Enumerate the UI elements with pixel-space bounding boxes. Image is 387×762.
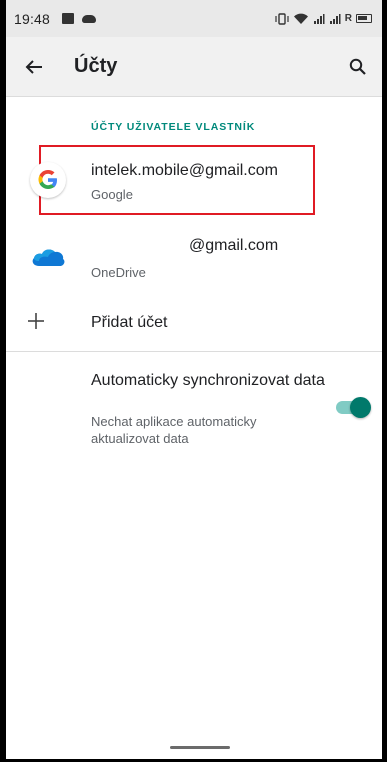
auto-sync-row[interactable]: Automaticky synchronizovat data Nechat a… — [6, 360, 382, 460]
google-logo — [38, 170, 57, 189]
auto-sync-subtitle: Nechat aplikace automaticky aktualizovat… — [91, 414, 257, 446]
image-notification-icon — [62, 13, 75, 24]
account-provider: OneDrive — [91, 265, 146, 280]
signal-icon-2 — [329, 13, 341, 24]
onedrive-icon — [30, 245, 66, 274]
app-bar: Účty — [6, 37, 382, 97]
search-icon — [349, 58, 366, 75]
status-bar: 19:48 R — [6, 0, 382, 37]
section-header: ÚČTY UŽIVATELE VLASTNÍK — [91, 121, 256, 133]
onedrive-logo — [32, 249, 65, 266]
account-email: intelek.mobile@gmail.com — [91, 162, 278, 179]
notification-icons — [62, 13, 97, 24]
cloud-notification-icon — [82, 14, 97, 23]
account-provider: Google — [91, 187, 133, 202]
status-right: R — [275, 12, 372, 25]
account-row-onedrive[interactable]: @gmail.com OneDrive — [6, 228, 382, 290]
battery-icon — [356, 14, 372, 23]
status-time: 19:48 — [14, 10, 51, 27]
account-row-google[interactable]: intelek.mobile@gmail.com Google — [6, 145, 382, 215]
redacted-username — [91, 238, 185, 256]
toggle-thumb — [350, 397, 371, 418]
page-title: Účty — [74, 55, 118, 77]
roaming-icon: R — [344, 13, 352, 24]
plus-icon — [26, 306, 46, 338]
search-button[interactable] — [334, 58, 382, 76]
add-account-row[interactable]: Přidat účet — [6, 296, 382, 351]
signal-icon — [313, 13, 325, 24]
plus-glyph — [28, 313, 44, 329]
arrow-back-icon — [25, 59, 42, 74]
highlight-box — [39, 145, 315, 215]
gesture-nav-handle[interactable] — [170, 746, 230, 749]
add-account-label: Přidat účet — [91, 314, 168, 331]
vibrate-icon — [275, 12, 289, 25]
account-email: @gmail.com — [189, 237, 279, 254]
wifi-icon — [293, 13, 308, 24]
divider — [6, 351, 382, 352]
back-button[interactable] — [6, 59, 62, 75]
auto-sync-toggle[interactable] — [336, 397, 372, 418]
auto-sync-title: Automaticky synchronizovat data — [91, 372, 325, 389]
google-icon — [30, 162, 66, 198]
